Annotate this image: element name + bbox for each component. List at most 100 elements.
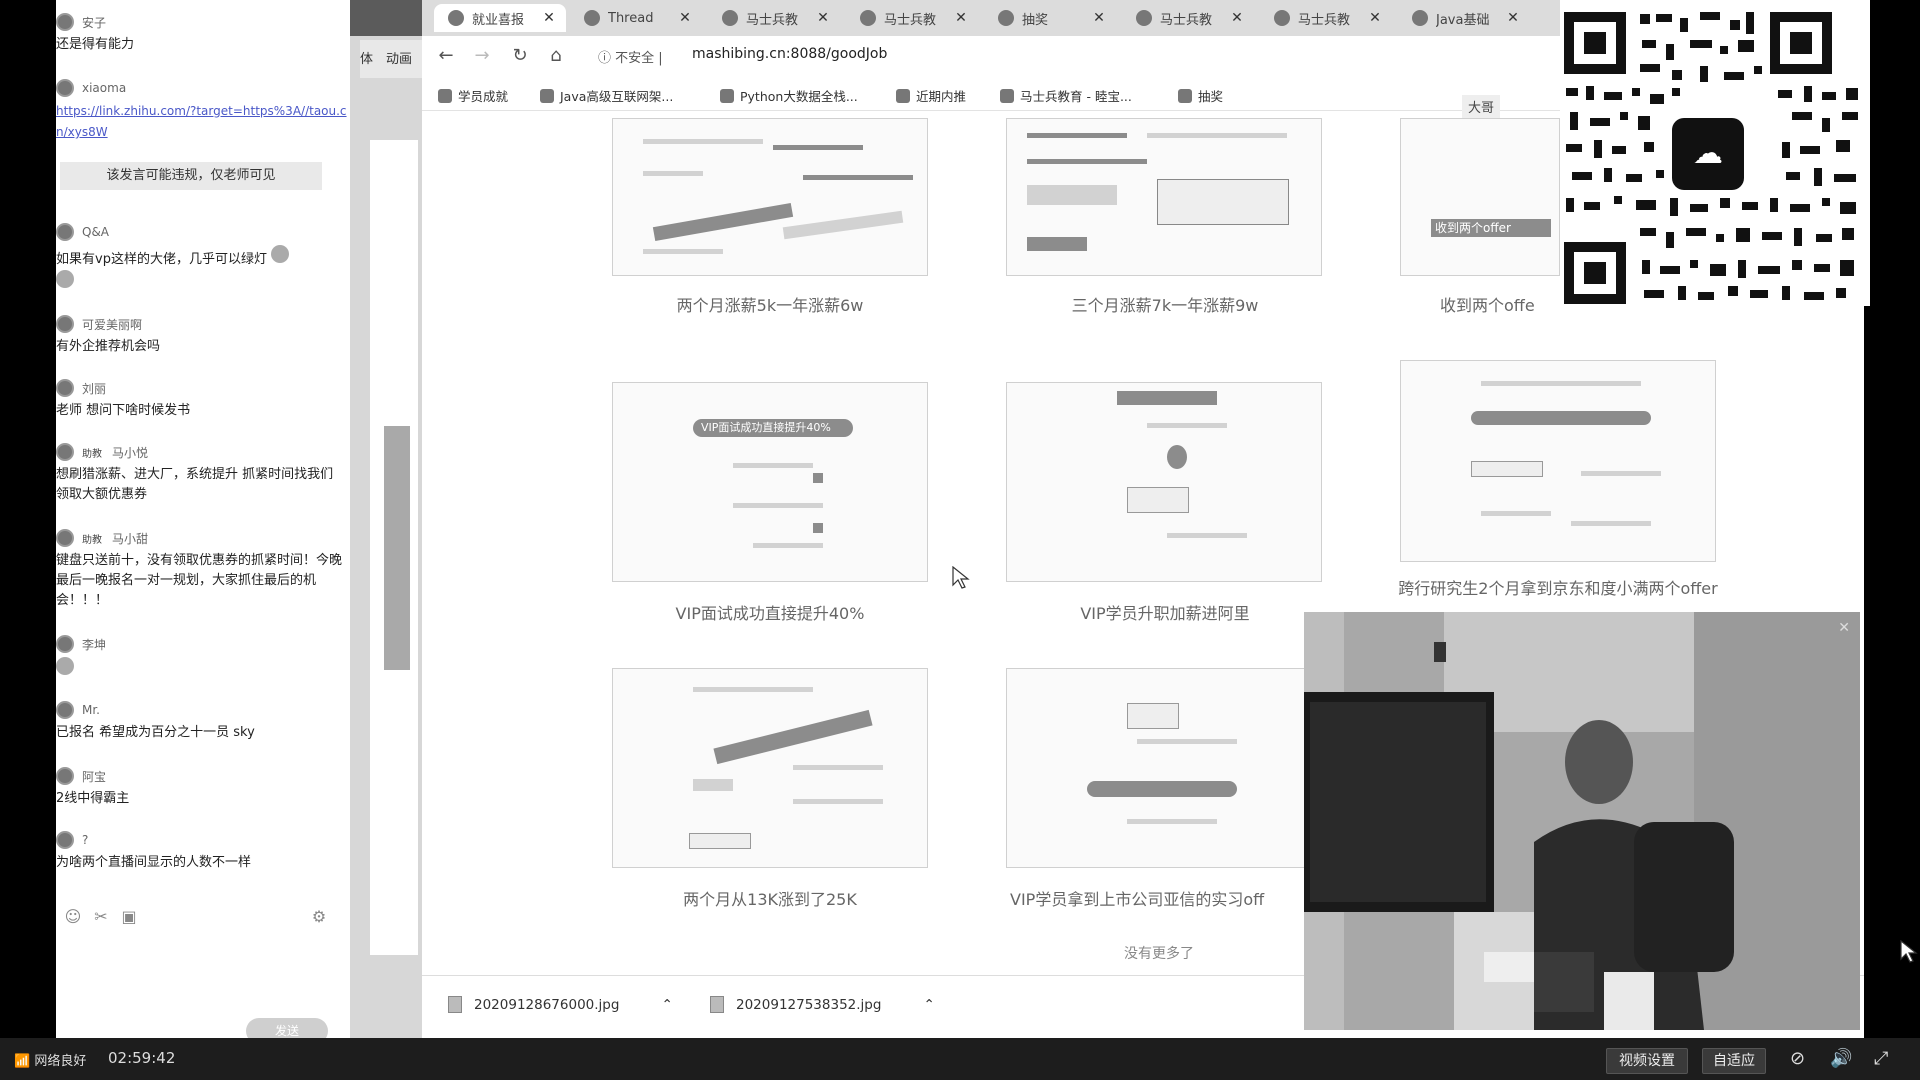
webcam-video[interactable]: ✕ bbox=[1304, 612, 1860, 1030]
forward-icon[interactable]: → bbox=[470, 45, 494, 66]
card-caption: VIP学员拿到上市公司亚信的实习off bbox=[1010, 890, 1265, 909]
avatar bbox=[56, 831, 74, 849]
globe-icon bbox=[1178, 88, 1192, 103]
avatar bbox=[56, 315, 74, 333]
download-filename: 20209127538352.jpg bbox=[736, 996, 882, 1013]
scissors-icon[interactable]: ✂ bbox=[90, 907, 112, 926]
bookmark-item[interactable]: Python大数据全栈... bbox=[720, 86, 858, 105]
role-badge: 助教 bbox=[82, 534, 102, 546]
chat-username: 可爱美丽啊 bbox=[82, 317, 143, 332]
card-caption: 两个月从13K涨到了25K bbox=[683, 890, 857, 909]
folder-icon bbox=[438, 88, 452, 103]
close-icon[interactable]: ✕ bbox=[1366, 10, 1384, 26]
chat-username: 李坤 bbox=[82, 637, 107, 652]
screenshot-card[interactable] bbox=[1006, 118, 1322, 276]
chat-text: 为啥两个直播间显示的人数不一样 bbox=[56, 855, 252, 870]
bookmark-item[interactable]: 马士兵教育 - 睦宝... bbox=[1000, 86, 1132, 105]
back-icon[interactable]: ← bbox=[434, 45, 458, 66]
chat-message: Q&A 如果有vp这样的大佬，几乎可以绿灯 bbox=[56, 222, 350, 295]
close-icon[interactable]: ✕ bbox=[1838, 620, 1850, 636]
security-indicator[interactable]: ⓘ 不安全 | bbox=[598, 47, 663, 66]
card-caption: VIP学员升职加薪进阿里 bbox=[1080, 604, 1250, 623]
bookmark-label: Python大数据全栈... bbox=[740, 89, 858, 104]
adapt-button[interactable]: 自适应 bbox=[1702, 1048, 1766, 1074]
site-icon bbox=[1274, 10, 1290, 26]
chat-text: 2线中得霸主 bbox=[56, 791, 130, 806]
webcam-frame bbox=[1304, 612, 1860, 1030]
tab[interactable]: 马士兵教 ✕ bbox=[1122, 4, 1254, 32]
chat-link[interactable]: https://link.zhihu.com/?target=https%3A/… bbox=[56, 104, 347, 139]
chevron-up-icon[interactable]: ⌃ bbox=[661, 997, 672, 1013]
chat-text: 已报名 希望成为百分之十一员 sky bbox=[56, 725, 255, 740]
download-item[interactable]: 20209127538352.jpg ⌃ bbox=[710, 996, 935, 1013]
globe-icon bbox=[1136, 10, 1152, 26]
volume-icon[interactable]: 🔊 bbox=[1830, 1048, 1852, 1069]
chat-message: 阿宝 2线中得霸主 bbox=[56, 766, 350, 809]
tab[interactable]: 马士兵教 ✕ bbox=[1260, 4, 1392, 32]
avatar bbox=[56, 529, 74, 547]
bookmark-label: 马士兵教育 - 睦宝... bbox=[1020, 89, 1132, 104]
bookmark-label: 学员成就 bbox=[458, 89, 509, 104]
chat-message: Mr. 已报名 希望成为百分之十一员 sky bbox=[56, 700, 350, 743]
video-settings-button[interactable]: 视频设置 bbox=[1606, 1048, 1688, 1074]
bookmark-item[interactable]: 抽奖 bbox=[1178, 86, 1223, 105]
tab[interactable]: 抽奖 ✕ bbox=[984, 4, 1116, 32]
site-icon bbox=[896, 88, 910, 103]
url-field[interactable]: mashibing.cn:8088/goodJob bbox=[692, 46, 887, 62]
close-icon[interactable]: ✕ bbox=[676, 10, 694, 26]
download-item[interactable]: 20209128676000.jpg ⌃ bbox=[448, 996, 673, 1013]
chat-username: 马小甜 bbox=[112, 531, 149, 546]
close-icon[interactable]: ✕ bbox=[540, 10, 558, 26]
screenshot-card[interactable] bbox=[1006, 382, 1322, 582]
chat-username: xiaoma bbox=[82, 81, 127, 95]
screenshot-card[interactable] bbox=[612, 668, 928, 868]
tab-title: 马士兵教 bbox=[884, 12, 937, 28]
avatar bbox=[56, 767, 74, 785]
emoji-picker-icon[interactable]: ☺ bbox=[62, 907, 84, 926]
tab[interactable]: 马士兵教 ✕ bbox=[708, 4, 840, 32]
offer-tag: 收到两个offer bbox=[1435, 221, 1511, 235]
close-icon[interactable]: ✕ bbox=[1228, 10, 1246, 26]
close-icon[interactable]: ✕ bbox=[1090, 10, 1108, 26]
chat-message: 刘丽 老师 想问下啥时候发书 bbox=[56, 378, 350, 421]
tab[interactable]: Java基础 ✕ bbox=[1398, 4, 1530, 32]
close-icon[interactable]: ✕ bbox=[952, 10, 970, 26]
mic-off-icon[interactable]: ⊘ bbox=[1790, 1048, 1805, 1069]
tab-title: 抽奖 bbox=[1022, 12, 1049, 28]
screenshot-card[interactable] bbox=[1006, 668, 1304, 868]
reload-icon[interactable]: ↻ bbox=[508, 45, 532, 66]
bookmark-item[interactable]: 近期内推 bbox=[896, 86, 966, 105]
side-window-tab[interactable] bbox=[350, 0, 422, 36]
side-menu-item[interactable]: 动画 bbox=[386, 48, 412, 67]
close-icon[interactable]: ✕ bbox=[814, 10, 832, 26]
chevron-up-icon[interactable]: ⌃ bbox=[923, 997, 934, 1013]
image-icon[interactable]: ▣ bbox=[118, 907, 140, 926]
screenshot-card[interactable]: 收到两个offer bbox=[1400, 118, 1560, 276]
scrollbar-thumb[interactable] bbox=[384, 426, 410, 670]
screenshot-card[interactable]: VIP面试成功直接提升40% bbox=[612, 382, 928, 582]
bookmark-item[interactable]: Java高级互联网架... bbox=[540, 86, 673, 105]
screenshot-card[interactable] bbox=[612, 118, 928, 276]
tab[interactable]: 就业喜报 ✕ bbox=[434, 4, 566, 32]
security-text: 不安全 bbox=[615, 51, 655, 66]
globe-icon bbox=[998, 10, 1014, 26]
home-icon[interactable]: ⌂ bbox=[544, 45, 568, 66]
screenshot-card[interactable] bbox=[1400, 360, 1716, 562]
settings-icon[interactable]: ⚙ bbox=[308, 907, 330, 926]
chat-message: 助教 马小悦 想刷猎涨薪、进大厂，系统提升 抓紧时间找我们 领取大额优惠券 bbox=[56, 442, 350, 505]
file-icon bbox=[710, 996, 724, 1013]
role-badge: 助教 bbox=[82, 448, 102, 460]
bookmark-item[interactable]: 学员成就 bbox=[438, 86, 508, 105]
shield-icon bbox=[1412, 10, 1428, 26]
fullscreen-icon[interactable]: ⤢ bbox=[1874, 1048, 1888, 1069]
chat-text: 有外企推荐机会吗 bbox=[56, 339, 161, 354]
tab[interactable]: 马士兵教 ✕ bbox=[846, 4, 978, 32]
avatar bbox=[56, 223, 74, 241]
close-icon[interactable]: ✕ bbox=[1504, 10, 1522, 26]
chat-username: ? bbox=[82, 833, 89, 847]
download-filename: 20209128676000.jpg bbox=[474, 996, 620, 1013]
file-icon bbox=[448, 996, 462, 1013]
chat-message: 可爱美丽啊 有外企推荐机会吗 bbox=[56, 314, 350, 357]
side-window-menu: 体 动画 bbox=[360, 40, 422, 78]
tab[interactable]: Thread ✕ bbox=[570, 4, 702, 32]
